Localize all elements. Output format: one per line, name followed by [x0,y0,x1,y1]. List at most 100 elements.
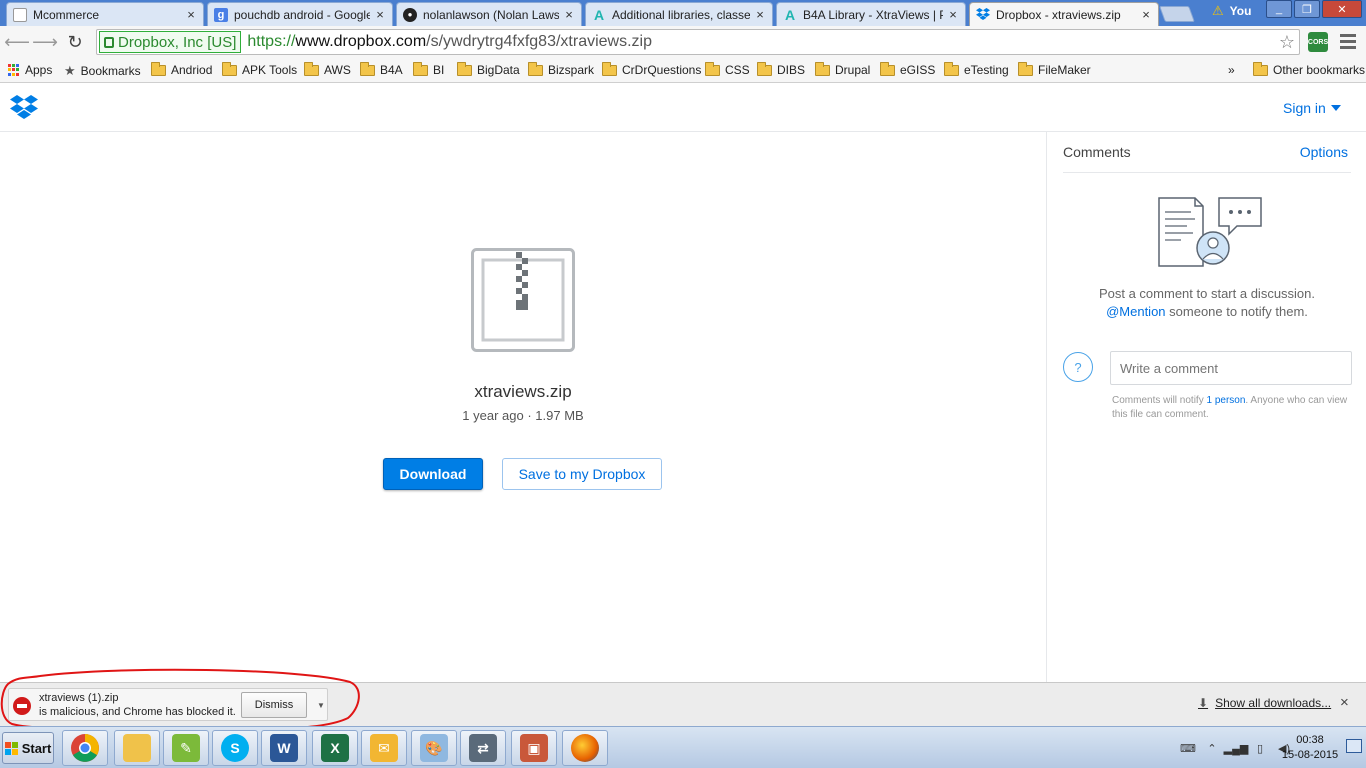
system-clock[interactable]: 00:38 15-08-2015 [1280,733,1340,763]
download-blocked-message: is malicious, and Chrome has blocked it. [39,706,236,718]
warning-icon: ⚠ [1212,3,1224,18]
mention-link[interactable]: @Mention [1106,304,1165,319]
start-button[interactable]: Start [2,732,54,764]
bookmark-folder-dibs[interactable]: DIBS [757,61,805,77]
bookmark-folder-aws[interactable]: AWS [304,61,351,77]
b4a-icon: A [784,6,796,23]
show-hidden-icons-icon[interactable]: ⌃ [1204,741,1220,755]
meta-separator: · [527,408,532,423]
notify-person-link[interactable]: 1 person [1206,395,1245,406]
folder-icon [880,61,895,76]
taskbar-paint[interactable]: 🎨 [411,730,457,766]
ev-certificate-badge[interactable]: Dropbox, Inc [US] [99,31,242,53]
close-icon[interactable]: × [947,7,959,22]
file-preview: xtraviews.zip 1 year ago · 1.97 MB Downl… [0,132,1046,711]
comments-options-link[interactable]: Options [1300,144,1348,160]
word-icon: W [270,734,298,762]
tab-dropbox[interactable]: Dropbox - xtraviews.zip × [969,2,1159,26]
download-options-icon[interactable]: ▼ [315,695,327,715]
download-button[interactable]: Download [383,458,483,490]
bookmark-star-icon[interactable]: ☆ [1279,32,1295,53]
taskbar-notepad-plus[interactable]: ✎ [163,730,209,766]
bookmark-folder-bi[interactable]: BI [413,61,445,77]
bookmark-bookmarks[interactable]: ★ Bookmarks [64,63,141,79]
arrow-right-icon: ⟶ [32,31,58,52]
bookmark-folder-bizspark[interactable]: Bizspark [528,61,594,77]
chrome-menu-icon[interactable] [1340,34,1356,52]
tab-title: pouchdb android - Google S [234,7,370,22]
tab-pouchdb[interactable]: g pouchdb android - Google S × [207,2,393,26]
bookmark-folder-apk-tools[interactable]: APK Tools [222,61,297,77]
taskbar-outlook[interactable]: ✉ [361,730,407,766]
taskbar-image-editor[interactable]: ▣ [511,730,557,766]
taskbar-skype[interactable]: S [212,730,258,766]
bookmark-folder-filemaker[interactable]: FileMaker [1018,61,1091,77]
close-icon[interactable]: × [185,7,197,22]
dismiss-button[interactable]: Dismiss [241,692,307,718]
close-window-button[interactable]: ✕ [1322,0,1362,18]
reload-icon: ↻ [67,31,83,52]
browser-toolbar: ⟵ ⟶ ↻ Dropbox, Inc [US] https://www.drop… [0,26,1366,58]
restore-button[interactable]: ❐ [1294,0,1320,18]
bookmark-folder-css[interactable]: CSS [705,61,750,77]
folder-icon [757,61,772,76]
taskbar-explorer[interactable] [114,730,160,766]
save-to-dropbox-button[interactable]: Save to my Dropbox [502,458,662,490]
back-button[interactable]: ⟵ [4,31,30,52]
mention-hint: @Mention someone to notify them. [1047,304,1366,319]
bookmark-other-bookmarks[interactable]: Other bookmarks [1253,61,1365,77]
url-host: www.dropbox.com [295,33,427,50]
bookmark-folder-andriod[interactable]: Andriod [151,61,212,77]
new-tab-button[interactable] [1159,6,1195,22]
close-icon[interactable]: × [563,7,575,22]
profile-button[interactable]: ⚠ You [1212,2,1251,20]
taskbar-word[interactable]: W [261,730,307,766]
forward-button[interactable]: ⟶ [32,31,58,52]
tab-additional-libraries[interactable]: A Additional libraries, classes × [585,2,773,26]
dropbox-logo-icon[interactable] [10,95,38,121]
bookmark-folder-crdrquestions[interactable]: CrDrQuestions [602,61,701,77]
taskbar-excel[interactable]: X [312,730,358,766]
help-icon[interactable]: ? [1063,352,1093,382]
tab-b4a-library[interactable]: A B4A Library - XtraViews | Pa × [776,2,966,26]
close-icon[interactable]: × [754,7,766,22]
reload-button[interactable]: ↻ [64,32,86,52]
folder-icon [360,61,375,76]
bookmark-folder-drupal[interactable]: Drupal [815,61,870,77]
tab-mcommerce[interactable]: Mcommerce × [6,2,204,26]
skype-icon: S [221,734,249,762]
sign-in-button[interactable]: Sign in [1283,100,1341,116]
folder-icon [528,61,543,76]
bookmark-label: BI [433,63,445,77]
comment-input[interactable] [1110,351,1352,385]
network-icon[interactable]: ▂▄▆ [1224,741,1249,755]
bookmark-folder-etesting[interactable]: eTesting [944,61,1009,77]
tab-nolanlawson[interactable]: ● nolanlawson (Nolan Lawson × [396,2,582,26]
comments-title: Comments [1063,144,1131,160]
b4a-icon: A [593,6,605,23]
power-icon[interactable]: ▯ [1252,741,1268,755]
taskbar-chrome[interactable] [62,730,108,766]
lock-icon: ⇄ [469,734,497,762]
close-icon[interactable]: × [374,7,386,22]
lock-icon [104,36,114,48]
close-shelf-button[interactable]: × [1340,694,1349,711]
bookmark-folder-b4a[interactable]: B4A [360,61,403,77]
address-bar[interactable]: Dropbox, Inc [US] https://www.dropbox.co… [96,29,1300,55]
taskbar-firefox[interactable] [562,730,608,766]
bookmarks-overflow-button[interactable]: » [1228,63,1235,77]
url-text[interactable]: https://www.dropbox.com/s/ywdrytrg4fxfg8… [247,33,652,51]
minimize-button[interactable]: _ [1266,0,1292,18]
bookmark-apps[interactable]: Apps [8,63,52,77]
show-all-downloads-link[interactable]: ⬇ Show all downloads... [1198,696,1331,710]
taskbar-vpn[interactable]: ⇄ [460,730,506,766]
comment-illustration-icon [1158,197,1262,267]
cors-extension-icon[interactable]: CORS [1308,32,1328,52]
mention-hint-text: someone to notify them. [1169,304,1308,319]
arrow-left-icon: ⟵ [4,31,30,52]
keyboard-icon[interactable]: ⌨ [1180,741,1196,755]
bookmark-folder-bigdata[interactable]: BigData [457,61,520,77]
show-desktop-button[interactable] [1346,739,1362,753]
close-icon[interactable]: × [1140,7,1152,22]
bookmark-folder-egiss[interactable]: eGISS [880,61,935,77]
